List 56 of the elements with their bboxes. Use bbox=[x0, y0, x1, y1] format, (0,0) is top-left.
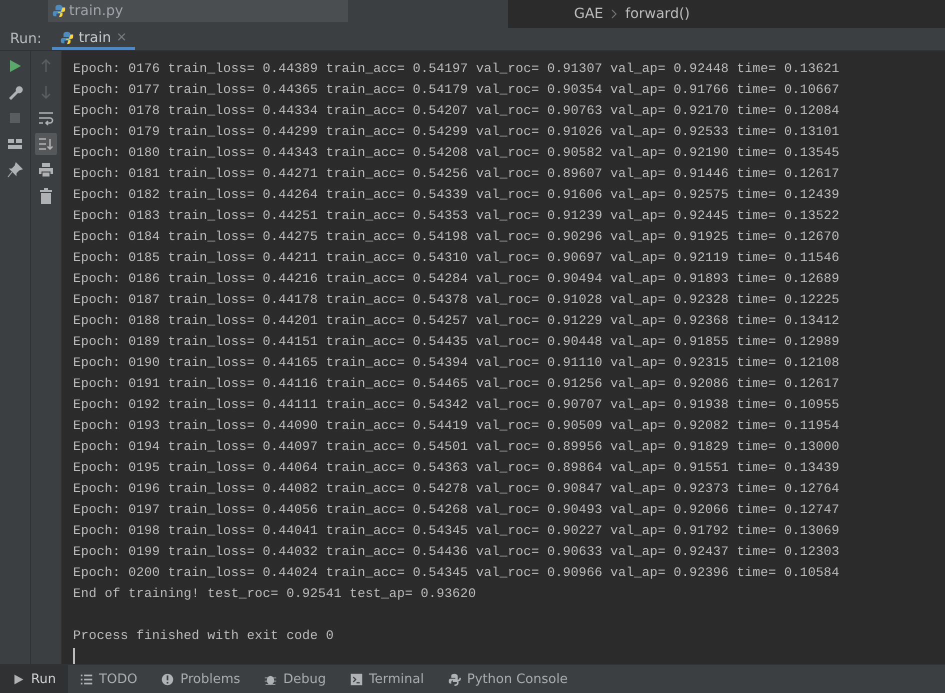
console-line: Epoch: 0177 train_loss= 0.44365 train_acc= 0.54179 val_roc= 0.90354 val_ap= 0.91766 time= 0.10667 bbox=[73, 82, 840, 97]
pin-icon bbox=[7, 162, 23, 178]
console-line: Epoch: 0180 train_loss= 0.44343 train_acc= 0.54208 val_roc= 0.90582 val_ap= 0.92190 time= 0.13545 bbox=[73, 145, 840, 160]
exit-message: Process finished with exit code 0 bbox=[73, 628, 334, 643]
console-line: Epoch: 0178 train_loss= 0.44334 train_acc= 0.54207 val_roc= 0.90763 val_ap= 0.92170 time= 0.12084 bbox=[73, 103, 840, 118]
console-line: Epoch: 0190 train_loss= 0.44165 train_acc= 0.54394 val_roc= 0.91110 val_ap= 0.92315 time= 0.12108 bbox=[73, 355, 840, 370]
scroll-to-end-icon bbox=[38, 136, 54, 152]
terminal-icon bbox=[350, 672, 364, 686]
console-line: Epoch: 0189 train_loss= 0.44151 train_acc= 0.54435 val_roc= 0.90448 val_ap= 0.91855 time= 0.12989 bbox=[73, 334, 840, 349]
soft-wrap-icon bbox=[38, 110, 54, 126]
console-line: Epoch: 0192 train_loss= 0.44111 train_acc= 0.54342 val_roc= 0.90707 val_ap= 0.91938 time= 0.10955 bbox=[73, 397, 840, 412]
console-line: Epoch: 0179 train_loss= 0.44299 train_acc= 0.54299 val_roc= 0.91026 val_ap= 0.92533 time= 0.13101 bbox=[73, 124, 840, 139]
console-line: Epoch: 0185 train_loss= 0.44211 train_acc= 0.54310 val_roc= 0.90697 val_ap= 0.92119 time= 0.11546 bbox=[73, 250, 840, 265]
tool-button[interactable] bbox=[35, 133, 57, 155]
breadcrumb-item[interactable]: GAE bbox=[574, 6, 604, 22]
console-line: Epoch: 0182 train_loss= 0.44264 train_acc= 0.54339 val_roc= 0.91606 val_ap= 0.92575 time= 0.12439 bbox=[73, 187, 840, 202]
stop-icon bbox=[7, 110, 23, 126]
console-line: Epoch: 0186 train_loss= 0.44216 train_acc= 0.54284 val_roc= 0.90494 val_ap= 0.91893 time= 0.12689 bbox=[73, 271, 840, 286]
trash-icon bbox=[38, 188, 54, 204]
console-line: Epoch: 0191 train_loss= 0.44116 train_acc= 0.54465 val_roc= 0.91256 val_ap= 0.92086 time= 0.12617 bbox=[73, 376, 840, 391]
console-line: Epoch: 0184 train_loss= 0.44275 train_acc= 0.54198 val_roc= 0.90296 val_ap= 0.91925 time= 0.12670 bbox=[73, 229, 840, 244]
console-line: End of training! test_roc= 0.92541 test_ap= 0.93620 bbox=[73, 586, 476, 601]
tool-window-tab[interactable]: Problems bbox=[149, 665, 252, 693]
console-line: Epoch: 0198 train_loss= 0.44041 train_acc= 0.54345 val_roc= 0.90227 val_ap= 0.91792 time= 0.13069 bbox=[73, 523, 840, 538]
run-icon bbox=[7, 58, 23, 74]
console-line: Epoch: 0194 train_loss= 0.44097 train_acc= 0.54501 val_roc= 0.89956 val_ap= 0.91829 time= 0.13000 bbox=[73, 439, 840, 454]
console-line: Epoch: 0195 train_loss= 0.44064 train_acc= 0.54363 val_roc= 0.89864 val_ap= 0.91551 time= 0.13439 bbox=[73, 460, 840, 475]
layout-icon bbox=[7, 136, 23, 152]
print-icon bbox=[38, 162, 54, 178]
console-line: Epoch: 0193 train_loss= 0.44090 train_acc= 0.54419 val_roc= 0.90509 val_ap= 0.92082 time= 0.11954 bbox=[73, 418, 840, 433]
python-icon bbox=[60, 30, 74, 44]
tool-window-tab[interactable]: Python Console bbox=[436, 665, 580, 693]
tool-window-tab[interactable]: TODO bbox=[68, 665, 150, 693]
text-cursor bbox=[73, 648, 75, 665]
console-line: Epoch: 0183 train_loss= 0.44251 train_acc= 0.54353 val_roc= 0.91239 val_ap= 0.92445 time= 0.13522 bbox=[73, 208, 840, 223]
console-line: Epoch: 0197 train_loss= 0.44056 train_acc= 0.54268 val_roc= 0.90493 val_ap= 0.92066 time= 0.12747 bbox=[73, 502, 840, 517]
console-line: Epoch: 0188 train_loss= 0.44201 train_acc= 0.54257 val_roc= 0.91229 val_ap= 0.92368 time= 0.13412 bbox=[73, 313, 840, 328]
run-icon bbox=[12, 672, 25, 686]
run-label: Run: bbox=[9, 30, 43, 49]
list-icon bbox=[80, 672, 93, 686]
python-file-icon bbox=[52, 4, 66, 18]
tool-window-tab[interactable]: Debug bbox=[252, 665, 338, 693]
console-line: Epoch: 0200 train_loss= 0.44024 train_acc= 0.54345 val_roc= 0.90966 val_ap= 0.92396 time= 0.10584 bbox=[73, 565, 840, 580]
console-line: Epoch: 0187 train_loss= 0.44178 train_acc= 0.54378 val_roc= 0.91028 val_ap= 0.92328 time= 0.12225 bbox=[73, 292, 840, 307]
python-icon bbox=[448, 672, 461, 686]
console-line: Epoch: 0176 train_loss= 0.44389 train_acc= 0.54197 val_roc= 0.91307 val_ap= 0.92448 time= 0.13621 bbox=[73, 61, 840, 76]
info-icon bbox=[161, 672, 174, 686]
tool-window-tab[interactable]: Run bbox=[0, 665, 68, 693]
breadcrumb-item[interactable]: forward() bbox=[625, 6, 690, 22]
console-line: Epoch: 0181 train_loss= 0.44271 train_acc= 0.54256 val_roc= 0.89607 val_ap= 0.91446 time= 0.12617 bbox=[73, 166, 840, 181]
console-line: Epoch: 0199 train_loss= 0.44032 train_acc= 0.54436 val_roc= 0.90633 val_ap= 0.92437 time= 0.12303 bbox=[73, 544, 840, 559]
editor-tab[interactable]: train.py bbox=[48, 0, 348, 22]
wrench-icon bbox=[7, 84, 23, 100]
tool-window-tab[interactable]: Terminal bbox=[338, 665, 436, 693]
console-line: Epoch: 0196 train_loss= 0.44082 train_acc= 0.54278 val_roc= 0.90847 val_ap= 0.92373 time= 0.12764 bbox=[73, 481, 840, 496]
chevron-icon bbox=[611, 9, 618, 19]
